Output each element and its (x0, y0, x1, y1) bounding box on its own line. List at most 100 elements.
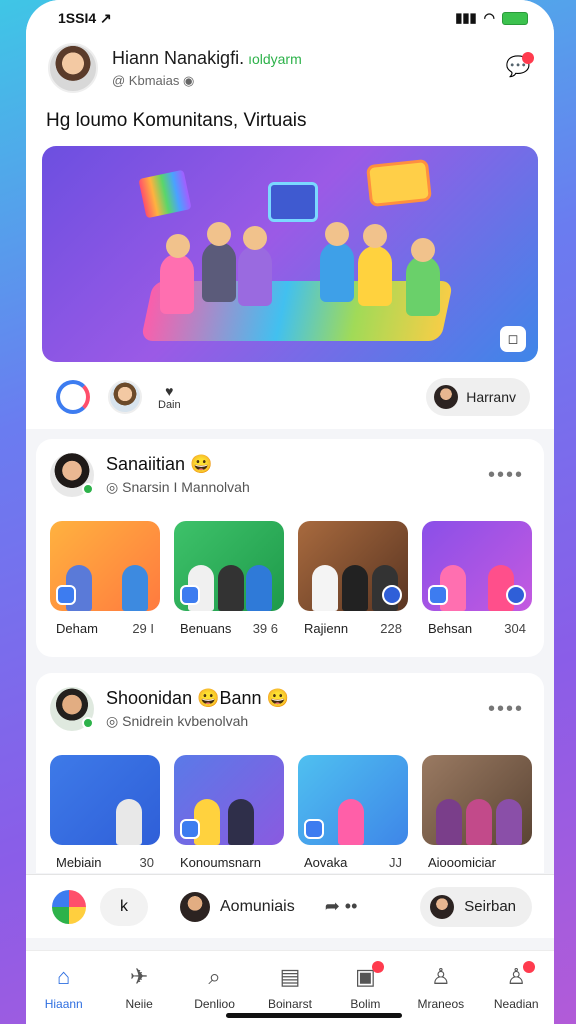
card-meta: Konoumsnarn (174, 855, 284, 870)
profile-text: Hiann Nanakigfi. ıoldyarm @ Kbmaias ◉ (112, 48, 504, 89)
k-button[interactable]: k (100, 887, 148, 926)
notification-dot (523, 961, 536, 973)
tab-home[interactable]: ⌂ Hiaann (31, 963, 97, 1024)
tab-label: Denlioo (194, 997, 235, 1011)
content-card[interactable]: Aiooomiciar (422, 755, 532, 870)
card-meta: Rajienn 228 (298, 621, 408, 636)
section-subtitle-text: Snarsin I Mannolvah (122, 479, 250, 495)
card-badge-icon (382, 585, 402, 605)
store-icon: ▤ (279, 964, 301, 989)
card-count: JJ (389, 855, 402, 870)
card-badge-icon (304, 819, 324, 839)
character-figure (160, 254, 194, 314)
notification-dot (372, 961, 385, 973)
user-avatar[interactable] (48, 43, 98, 93)
more-options-icon[interactable]: •••• (488, 698, 524, 721)
content-card[interactable]: Behsan 304 (422, 521, 532, 636)
section-avatar[interactable] (50, 453, 94, 497)
status-icons: ▮▮▮ ◠ (455, 10, 528, 26)
search-avatar (430, 894, 455, 919)
battery-icon (502, 11, 528, 25)
friend-avatar[interactable] (108, 380, 142, 414)
search-pill-button[interactable]: Seirban (420, 886, 532, 927)
reaction-button[interactable]: ♥ Dain (158, 383, 181, 411)
character-figure (406, 256, 440, 316)
pill-label: Harranv (466, 389, 516, 405)
community-section: Shoonidan 😀Bann 😀 ◎ Snidrein kvbenolvah … (36, 673, 544, 873)
emoji-icon: ◉ (183, 72, 195, 88)
more-options-icon[interactable]: •••• (488, 464, 524, 487)
tab-label: Boinarst (267, 997, 312, 1011)
reaction-label: Dain (158, 399, 181, 411)
content-card[interactable]: Aovaka JJ (298, 755, 408, 870)
card-thumbnail (422, 521, 532, 611)
character-figure (202, 242, 236, 302)
thumbnail-figure (466, 799, 492, 845)
globe-icon: ◎ (106, 479, 123, 495)
card-thumbnail (174, 755, 284, 845)
thumbnail-figure (496, 799, 522, 845)
tab-profile[interactable]: ♙ Mraneos (408, 963, 474, 1024)
bottom-action-bar: k Aomuniais ➦ •• Seirban (26, 874, 554, 938)
tab-label: Neiie (125, 997, 153, 1011)
chat-icon: ◻ (507, 331, 519, 346)
section-text: Shoonidan 😀Bann 😀 ◎ Snidrein kvbenolvah (106, 688, 488, 730)
card-label: Aiooomiciar (428, 855, 496, 870)
profile-row: Hiann Nanakigfi. ıoldyarm @ Kbmaias ◉ 💬 (48, 40, 534, 96)
content-card[interactable]: Konoumsnarn (174, 755, 284, 870)
card-meta: Behsan 304 (422, 621, 532, 636)
section-avatar[interactable] (50, 687, 94, 731)
card-badge-icon (180, 585, 200, 605)
section-subtitle: ◎ Snidrein kvbenolvah (106, 713, 488, 730)
flag-illustration (138, 169, 192, 219)
character-figure (238, 246, 272, 306)
section-subtitle-text: Snidrein kvbenolvah (122, 713, 249, 729)
header-card: Hiann Nanakigfi. ıoldyarm @ Kbmaias ◉ 💬 H… (26, 36, 554, 429)
communities-avatar (180, 891, 210, 922)
globe-icon: ◎ (106, 713, 123, 729)
card-badge-icon (56, 585, 76, 605)
card-row: Mebiain 30 Konoumsnarn Aovaka JJ Aiooomi… (50, 755, 532, 870)
communities-label: Aomuniais (220, 897, 295, 915)
section-header: Shoonidan 😀Bann 😀 ◎ Snidrein kvbenolvah … (50, 687, 530, 731)
status-bar: 1SSI4 ↗ ▮▮▮ ◠ (26, 0, 554, 36)
thumbnail-figure (116, 799, 142, 845)
card-meta: Deham 29 I (50, 621, 160, 636)
search-label: Seirban (464, 898, 516, 915)
card-badge-icon (180, 819, 200, 839)
communities-button[interactable]: Aomuniais (180, 891, 295, 922)
share-icon[interactable]: ➦ •• (325, 896, 358, 917)
notification-button[interactable]: 💬 (504, 52, 534, 82)
tab-messages[interactable]: ♙ Neadian (483, 961, 549, 1024)
card-meta: Aovaka JJ (298, 855, 408, 870)
status-time: 1SSI4 ↗ (58, 9, 112, 26)
profile-name-text: Hiann Nanakigfi. (112, 47, 245, 68)
online-indicator (82, 483, 94, 495)
card-count: 304 (504, 621, 526, 636)
profile-icon: ♙ (430, 964, 451, 989)
hero-action-button[interactable]: ◻ (500, 326, 526, 352)
profile-handle-text: @ Kbmaias (112, 72, 180, 88)
tab-explore[interactable]: ✈ Neiie (106, 963, 172, 1024)
content-card[interactable]: Benuans 39 6 (174, 521, 284, 636)
card-thumbnail (50, 755, 160, 845)
content-card[interactable]: Deham 29 I (50, 521, 160, 636)
card-thumbnail (174, 521, 284, 611)
search-icon: ⌕ (208, 964, 221, 989)
hero-banner[interactable]: ◻ (42, 146, 538, 362)
content-card[interactable]: Rajienn 228 (298, 521, 408, 636)
user-pill-button[interactable]: Harranv (426, 378, 530, 416)
app-logo-icon[interactable] (52, 889, 86, 924)
wifi-icon: ◠ (483, 10, 495, 25)
card-label: Konoumsnarn (180, 855, 261, 870)
community-section: Sanaiitian 😀 ◎ Snarsin I Mannolvah •••• … (36, 439, 544, 657)
thumbnail-figure (338, 799, 364, 845)
app-logo-icon[interactable] (56, 380, 90, 414)
profile-handle: @ Kbmaias ◉ (112, 73, 504, 89)
section-subtitle: ◎ Snarsin I Mannolvah (106, 479, 488, 496)
content-card[interactable]: Mebiain 30 (50, 755, 160, 870)
card-label: Mebiain (56, 855, 102, 870)
notification-dot (522, 52, 534, 64)
card-meta: Benuans 39 6 (174, 621, 284, 636)
thumbnail-figure (122, 565, 148, 611)
